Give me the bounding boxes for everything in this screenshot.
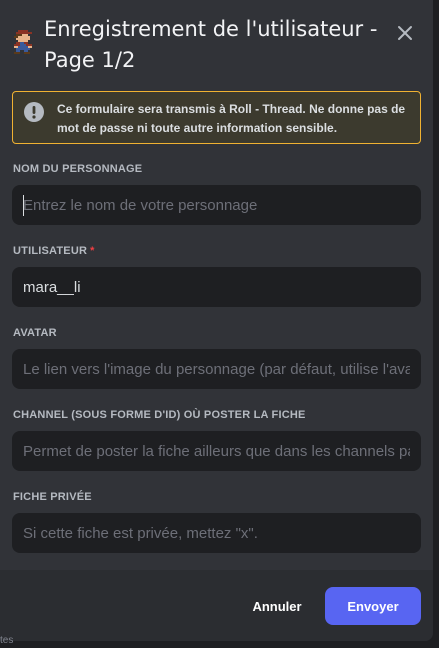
private-sheet-label: FICHE PRIVÉE <box>13 491 92 503</box>
close-button[interactable] <box>390 18 420 48</box>
avatar-input[interactable] <box>12 349 421 389</box>
background-text-fragment: tes <box>0 635 14 646</box>
submit-button[interactable]: Envoyer <box>325 587 421 625</box>
private-sheet-input[interactable] <box>12 513 421 553</box>
username-input[interactable] <box>12 267 421 307</box>
close-icon <box>398 26 412 40</box>
character-name-input[interactable] <box>12 185 421 225</box>
registration-modal: Enregistrement de l'utilisateur - Page 1… <box>0 0 433 641</box>
username-label: UTILISATEUR * <box>13 245 95 257</box>
exclamation-circle-icon <box>24 102 44 122</box>
notice-text: Ce formulaire sera transmis à Roll - Thr… <box>57 102 406 135</box>
character-name-label: NOM DU PERSONNAGE <box>13 163 143 175</box>
background-edge <box>433 0 439 648</box>
modal-footer: Annuler Envoyer <box>0 570 433 641</box>
modal-title: Enregistrement de l'utilisateur - Page 1… <box>44 17 378 72</box>
channel-id-input[interactable] <box>12 431 421 471</box>
avatar-label: AVATAR <box>13 327 57 339</box>
cancel-button[interactable]: Annuler <box>244 588 310 624</box>
text-cursor <box>23 195 24 216</box>
channel-label: CHANNEL (SOUS FORME D'ID) OÙ POSTER LA F… <box>13 409 306 421</box>
required-marker: * <box>90 245 95 257</box>
warning-notice: Ce formulaire sera transmis à Roll - Thr… <box>12 91 421 144</box>
modal-header: Enregistrement de l'utilisateur - Page 1… <box>0 0 433 80</box>
mario-pixel-icon <box>14 30 32 54</box>
background-strip <box>0 641 439 648</box>
